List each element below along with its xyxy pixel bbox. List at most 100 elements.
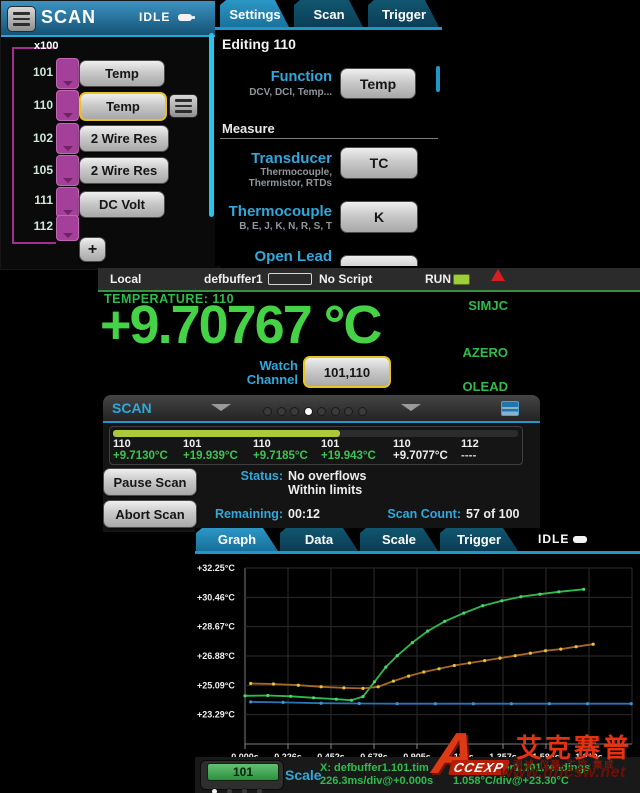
tab-graph[interactable]: Graph [196,528,278,551]
channel-function-button-selected[interactable]: Temp [79,92,167,121]
watch-channel-label-2: Channel [198,372,298,387]
reading-screen: Local defbuffer1 No Script RUN TEMPERATU… [98,268,640,532]
scan-swipe-overlay: SCAN 110 +9.7130°C 101 +19.939°C 110 +9 [103,395,540,532]
annunciator-olead: OLEAD [428,379,508,394]
transducer-value-button[interactable]: TC [340,147,418,179]
channel-strip[interactable] [56,187,79,218]
main-reading-value: +9.70767 °C [100,294,380,356]
channel-number: 111 [23,193,53,207]
svg-text:+26.88°C: +26.88°C [197,651,235,661]
chevron-down-icon[interactable] [401,404,421,411]
scan-count-label: Scan Count: [373,507,461,521]
annunciator-azero: AZERO [428,345,508,360]
tab-scan[interactable]: Scan [294,0,364,29]
thermocouple-value-button[interactable]: K [340,201,418,233]
tab-trigger[interactable]: Trigger [368,0,440,29]
warning-icon[interactable] [491,269,505,281]
idle-annunciator-icon [573,536,587,543]
graph-view-icon[interactable] [501,401,519,416]
measure-section-title: Measure [222,121,275,136]
channel-function-button[interactable]: Temp [79,60,165,87]
channel-strip[interactable] [56,123,79,154]
graph-tab-bar: Graph Data Scale Trigger IDLE [195,528,640,551]
edit-tab-bar: Settings Scan Trigger [215,0,442,29]
channel-number: 112 [23,219,53,233]
function-label: Function [215,69,332,85]
trace-channel-button[interactable]: 101 [207,763,279,781]
remaining-label: Remaining: [188,507,283,521]
function-sublabel: DCV, DCI, Temp... [215,87,332,98]
channel-strip[interactable] [56,90,79,121]
scan-progress-fill [113,430,340,437]
channel-strip[interactable] [56,215,79,241]
idle-annunciator-icon-nub [192,16,195,19]
reading-channel: 110 [253,438,308,450]
multiplier-label[interactable]: x100 [34,40,58,52]
graph-footer: 101 Scale X: defbuffer1.101.tim 226.3ms/… [195,757,640,793]
scan-setup-panel: SCAN IDLE x100 101 Temp 110 Temp 102 2 W… [0,0,220,270]
chevron-down-icon[interactable] [211,404,231,411]
channel-strip[interactable] [56,155,79,186]
abort-scan-button[interactable]: Abort Scan [103,500,197,528]
pause-scan-button[interactable]: Pause Scan [103,468,197,496]
run-indicator[interactable]: RUN [425,272,451,286]
tab-scale[interactable]: Scale [360,528,438,551]
channel-options-button[interactable] [169,94,198,118]
svg-text:+25.09°C: +25.09°C [197,680,235,690]
channel-function-button[interactable]: 2 Wire Res [79,157,169,184]
transducer-sublabel-2: Thermistor, RTDs [215,178,332,189]
temperature-chart[interactable]: +32.25°C+30.46°C+28.67°C+26.88°C+25.09°C… [195,554,640,757]
mode-indicator[interactable]: Local [110,272,141,286]
channel-number: 102 [23,131,53,145]
watch-channel-button[interactable]: 101,110 [303,356,391,388]
scrollbar[interactable] [436,66,440,92]
status-line-2: Within limits [288,483,362,497]
function-value-button[interactable]: Temp [340,68,416,99]
trace-page-dots[interactable] [211,782,268,793]
reading-topbar: Local defbuffer1 No Script RUN [98,268,640,292]
measure-divider [220,138,438,139]
reading-channel: 101 [321,438,376,450]
add-channel-button[interactable]: + [79,237,106,262]
multiplier-bracket-bottom [12,242,56,244]
y-axis-info-1: Y: defbuffer1.101.readings [453,762,590,774]
x-axis-info-2: 226.3ms/div@+0.000s [320,775,433,787]
hamburger-icon [8,7,35,31]
tab-settings[interactable]: Settings [220,0,290,29]
scrollbar[interactable] [209,33,214,217]
reading-value: +9.7077°C [393,450,448,462]
menu-button[interactable] [7,6,36,32]
channel-function-button[interactable]: DC Volt [79,191,165,218]
scan-reading-cell: 110 +9.7130°C [113,438,168,462]
channel-strip[interactable] [56,58,79,89]
scan-count-value: 57 of 100 [466,507,520,521]
buffer-fill-gauge [268,273,312,285]
open-lead-label: Open Lead [215,248,332,265]
trace-chip[interactable]: 101 [200,760,284,790]
reading-channel: 110 [113,438,168,450]
channel-number: 105 [23,163,53,177]
open-lead-value-button[interactable] [340,255,418,266]
x-axis-info-1: X: defbuffer1.101.tim [320,762,429,774]
idle-annunciator-icon [178,14,192,21]
tab-data[interactable]: Data [280,528,358,551]
scan-overlay-title: SCAN [112,400,152,416]
reading-value: +19.943°C [321,450,376,462]
channel-function-button[interactable]: 2 Wire Res [79,125,169,152]
scan-progress-track [113,430,518,437]
scan-readings-box: 110 +9.7130°C 101 +19.939°C 110 +9.7185°… [109,426,523,465]
transducer-label: Transducer [215,150,332,167]
scan-overlay-bar[interactable]: SCAN [103,395,540,423]
page-indicator-dots[interactable] [263,403,371,421]
scan-setup-header: SCAN IDLE [1,1,219,37]
reading-channel: 112 [461,438,479,450]
scan-reading-cell: 101 +19.943°C [321,438,376,462]
svg-text:+32.25°C: +32.25°C [197,563,235,573]
scan-reading-cell: 110 +9.7077°C [393,438,448,462]
svg-text:+28.67°C: +28.67°C [197,622,235,632]
scale-label[interactable]: Scale [285,767,322,783]
tab-trigger[interactable]: Trigger [440,528,518,551]
buffer-indicator[interactable]: defbuffer1 [204,272,263,286]
script-indicator[interactable]: No Script [319,272,372,286]
status-badge: IDLE [139,10,170,24]
